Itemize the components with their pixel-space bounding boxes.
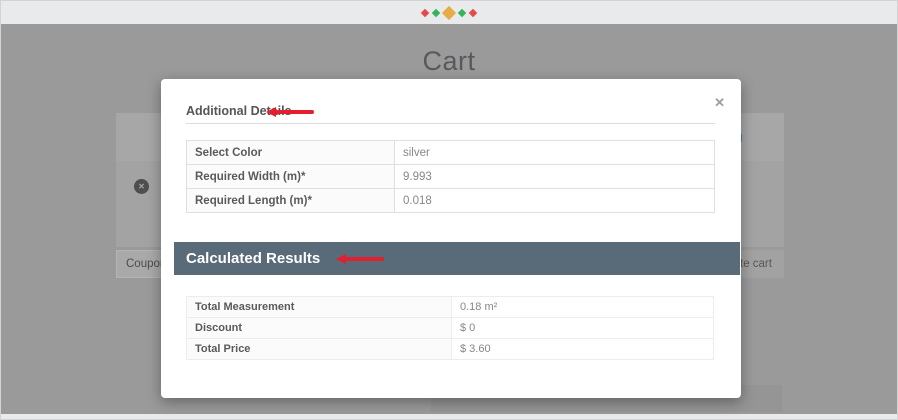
site-logo[interactable]: [422, 8, 476, 18]
modal-title-divider: [186, 123, 715, 124]
logo-diamond-icon: [432, 8, 440, 16]
row-value: 0.18 m²: [452, 297, 713, 317]
update-cart-button[interactable]: te cart: [738, 250, 784, 278]
table-row: Select Color silver: [187, 141, 714, 165]
calculated-results-header: Calculated Results: [174, 242, 740, 275]
table-row: Total Measurement 0.18 m²: [187, 297, 713, 318]
table-row: Required Width (m)* 9.993: [187, 165, 714, 189]
calculated-results-title: Calculated Results: [186, 250, 320, 267]
row-value: $ 3.60: [452, 339, 713, 359]
row-value: silver: [395, 141, 714, 164]
logo-diamond-icon: [442, 5, 456, 19]
row-label: Total Price: [187, 339, 452, 359]
annotation-arrow: [336, 254, 384, 264]
row-value: $ 0: [452, 318, 713, 338]
table-row: Required Length (m)* 0.018: [187, 189, 714, 213]
row-value: 9.993: [395, 165, 714, 188]
row-value: 0.018: [395, 189, 714, 212]
remove-item-icon[interactable]: ✕: [134, 179, 149, 194]
logo-diamond-icon: [458, 8, 466, 16]
row-label: Discount: [187, 318, 452, 338]
row-label: Select Color: [187, 141, 395, 164]
table-row: Discount $ 0: [187, 318, 713, 339]
annotation-arrow: [266, 107, 314, 117]
page-title: Cart: [1, 46, 897, 77]
site-header: [1, 1, 897, 24]
additional-details-modal: ✕ Additional Details Select Color silver…: [161, 79, 741, 398]
close-icon: ✕: [714, 95, 725, 110]
row-label: Total Measurement: [187, 297, 452, 317]
logo-diamond-icon: [469, 8, 477, 16]
calculated-results-table: Total Measurement 0.18 m² Discount $ 0 T…: [186, 296, 714, 360]
table-row: Total Price $ 3.60: [187, 339, 713, 360]
close-button[interactable]: ✕: [714, 95, 725, 111]
additional-details-table: Select Color silver Required Width (m)* …: [186, 140, 715, 213]
page: Cart ✕ Coupon c te cart Total €3.60 ✕ Ad…: [0, 0, 898, 420]
row-label: Required Length (m)*: [187, 189, 395, 212]
row-label: Required Width (m)*: [187, 165, 395, 188]
logo-diamond-icon: [421, 8, 429, 16]
